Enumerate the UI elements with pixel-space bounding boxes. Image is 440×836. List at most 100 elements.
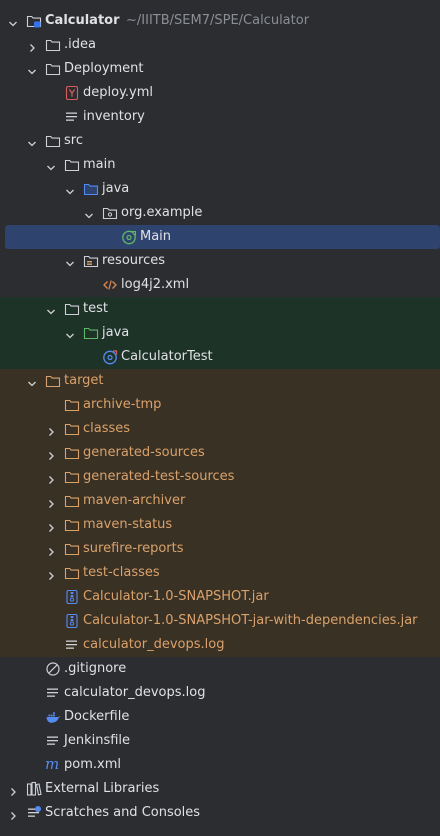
tree-row[interactable]: main bbox=[0, 153, 440, 177]
folder-icon bbox=[45, 61, 61, 77]
package-icon bbox=[102, 205, 118, 221]
tree-item-label: .idea bbox=[64, 37, 96, 52]
jar-file-icon bbox=[64, 589, 80, 605]
chevron-down-icon[interactable] bbox=[83, 207, 95, 219]
java-class-icon bbox=[121, 229, 137, 245]
tree-item-label: Calculator bbox=[45, 13, 120, 28]
test-source-folder-icon bbox=[83, 325, 99, 341]
tree-row[interactable]: .idea bbox=[0, 33, 440, 57]
tree-row[interactable]: java bbox=[0, 321, 440, 345]
maven-icon: m bbox=[45, 755, 59, 773]
tree-row[interactable]: generated-sources bbox=[0, 441, 440, 465]
project-folder-icon bbox=[26, 13, 42, 29]
chevron-down-icon[interactable] bbox=[45, 303, 57, 315]
tree-row[interactable]: Jenkinsfile bbox=[0, 729, 440, 753]
text-file-icon bbox=[45, 685, 61, 701]
excluded-folder-icon bbox=[64, 397, 80, 413]
java-test-class-icon bbox=[102, 349, 118, 365]
tree-row[interactable]: calculator_devops.log bbox=[0, 633, 440, 657]
excluded-folder-icon bbox=[64, 541, 80, 557]
tree-item-label: .gitignore bbox=[64, 661, 127, 676]
tree-row[interactable]: resources bbox=[0, 249, 440, 273]
tree-row[interactable]: Dockerfile bbox=[0, 705, 440, 729]
folder-icon bbox=[45, 133, 61, 149]
chevron-right-icon[interactable] bbox=[45, 447, 57, 460]
tree-item-label: inventory bbox=[83, 109, 145, 124]
tree-row[interactable]: maven-archiver bbox=[0, 489, 440, 513]
text-file-icon bbox=[45, 733, 61, 749]
tree-row[interactable]: log4j2.xml bbox=[0, 273, 440, 297]
tree-row[interactable]: Calculator-1.0-SNAPSHOT.jar bbox=[0, 585, 440, 609]
chevron-down-icon[interactable] bbox=[64, 183, 76, 195]
chevron-down-icon[interactable] bbox=[45, 159, 57, 171]
tree-row[interactable]: org.example bbox=[0, 201, 440, 225]
excluded-folder-icon bbox=[64, 493, 80, 509]
excluded-folder-icon bbox=[64, 421, 80, 437]
tree-row[interactable]: m pom.xml bbox=[0, 753, 440, 777]
chevron-down-icon[interactable] bbox=[26, 135, 38, 147]
xml-file-icon bbox=[102, 277, 118, 293]
chevron-down-icon[interactable] bbox=[26, 63, 38, 75]
tree-row[interactable]: External Libraries bbox=[0, 777, 440, 801]
tree-item-label: java bbox=[102, 325, 130, 340]
tree-item-label: calculator_devops.log bbox=[64, 685, 206, 700]
folder-icon bbox=[45, 37, 61, 53]
tree-item-label: archive-tmp bbox=[83, 397, 162, 412]
tree-row[interactable]: deploy.yml bbox=[0, 81, 440, 105]
chevron-right-icon[interactable] bbox=[26, 39, 38, 52]
chevron-right-icon[interactable] bbox=[45, 423, 57, 436]
tree-row[interactable]: inventory bbox=[0, 105, 440, 129]
tree-row[interactable]: Calculator ~/IIITB/SEM7/SPE/Calculator bbox=[0, 9, 440, 33]
tree-item-label: Calculator-1.0-SNAPSHOT-jar-with-depende… bbox=[83, 613, 418, 628]
source-folder-icon bbox=[83, 181, 99, 197]
tree-row[interactable]: surefire-reports bbox=[0, 537, 440, 561]
text-file-icon bbox=[64, 109, 80, 125]
excluded-folder-icon bbox=[64, 517, 80, 533]
tree-row[interactable]: CalculatorTest bbox=[0, 345, 440, 369]
tree-row[interactable]: generated-test-sources bbox=[0, 465, 440, 489]
tree-row[interactable]: classes bbox=[0, 417, 440, 441]
tree-row[interactable]: Main bbox=[5, 225, 440, 249]
resources-folder-icon bbox=[83, 253, 99, 269]
chevron-down-icon[interactable] bbox=[64, 255, 76, 267]
excluded-folder-icon bbox=[64, 469, 80, 485]
tree-item-label: deploy.yml bbox=[83, 85, 154, 100]
tree-row[interactable]: maven-status bbox=[0, 513, 440, 537]
tree-row[interactable]: Scratches and Consoles bbox=[0, 801, 440, 825]
tree-item-label: External Libraries bbox=[45, 781, 160, 796]
tree-item-label: Scratches and Consoles bbox=[45, 805, 201, 820]
chevron-down-icon[interactable] bbox=[7, 15, 19, 27]
chevron-right-icon[interactable] bbox=[7, 807, 19, 820]
tree-row[interactable]: archive-tmp bbox=[0, 393, 440, 417]
chevron-right-icon[interactable] bbox=[7, 783, 19, 796]
tree-item-label: calculator_devops.log bbox=[83, 637, 225, 652]
tree-row[interactable]: calculator_devops.log bbox=[0, 681, 440, 705]
tree-row[interactable]: test bbox=[0, 297, 440, 321]
chevron-right-icon[interactable] bbox=[45, 519, 57, 532]
tree-item-label: CalculatorTest bbox=[121, 349, 213, 364]
tree-row[interactable]: Calculator-1.0-SNAPSHOT-jar-with-depende… bbox=[0, 609, 440, 633]
chevron-right-icon[interactable] bbox=[45, 471, 57, 484]
tree-item-label: pom.xml bbox=[64, 757, 121, 772]
tree-row[interactable]: target bbox=[0, 369, 440, 393]
tree-row[interactable]: java bbox=[0, 177, 440, 201]
chevron-right-icon[interactable] bbox=[45, 567, 57, 580]
tree-item-label: target bbox=[64, 373, 104, 388]
folder-icon bbox=[64, 301, 80, 317]
chevron-down-icon[interactable] bbox=[64, 327, 76, 339]
folder-icon bbox=[64, 157, 80, 173]
tree-row[interactable]: Deployment bbox=[0, 57, 440, 81]
tree-item-label: log4j2.xml bbox=[121, 277, 190, 292]
chevron-right-icon[interactable] bbox=[45, 543, 57, 556]
tree-item-label: java bbox=[102, 181, 130, 196]
tree-row[interactable]: src bbox=[0, 129, 440, 153]
tree-item-label: src bbox=[64, 133, 83, 148]
tree-row[interactable]: test-classes bbox=[0, 561, 440, 585]
ignore-file-icon bbox=[45, 661, 61, 677]
chevron-right-icon[interactable] bbox=[45, 495, 57, 508]
tree-item-label: maven-status bbox=[83, 517, 173, 532]
tree-item-label: Main bbox=[140, 229, 172, 244]
project-path: ~/IIITB/SEM7/SPE/Calculator bbox=[126, 13, 310, 28]
chevron-down-icon[interactable] bbox=[26, 375, 38, 387]
tree-row[interactable]: .gitignore bbox=[0, 657, 440, 681]
